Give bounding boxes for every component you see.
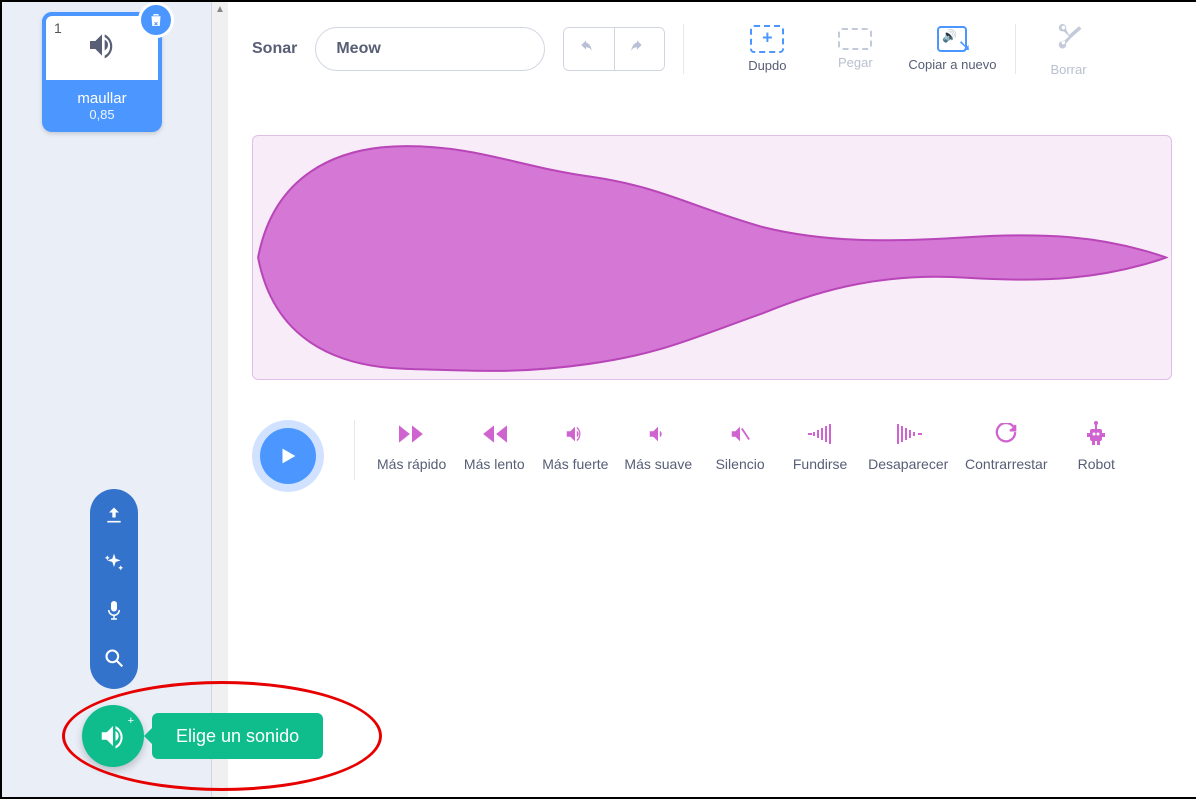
effect-robot[interactable]: Robot <box>1056 420 1136 472</box>
copy-tool-button[interactable]: Dupdo <box>732 25 802 73</box>
redo-button[interactable] <box>614 28 664 70</box>
waveform-display[interactable] <box>252 135 1172 380</box>
search-icon <box>104 648 124 668</box>
sound-index: 1 <box>54 20 62 36</box>
undo-icon <box>579 40 599 54</box>
sparkle-icon <box>104 552 124 572</box>
surprise-sound-button[interactable] <box>104 552 124 577</box>
record-sound-button[interactable] <box>105 599 123 626</box>
speaker-plus-icon <box>98 721 128 751</box>
upload-icon <box>104 505 124 525</box>
effect-fade-in[interactable]: Fundirse <box>780 420 860 472</box>
volume-down-icon <box>647 420 669 448</box>
trash-icon <box>147 11 165 29</box>
fast-forward-icon <box>399 420 425 448</box>
fade-in-icon <box>806 420 834 448</box>
add-sound-menu <box>90 489 138 689</box>
toolbar-divider <box>683 24 684 74</box>
copy-to-new-button[interactable]: Copiar a nuevo <box>908 26 996 72</box>
effect-fade-out[interactable]: Desaparecer <box>860 420 956 472</box>
sound-name-input[interactable] <box>315 27 545 71</box>
toolbar-divider-2 <box>1015 24 1016 74</box>
copy-selection-icon <box>750 25 784 53</box>
choose-sound-tooltip: Elige un sonido <box>152 713 323 759</box>
search-sound-button[interactable] <box>104 648 124 673</box>
volume-mute-icon <box>728 420 752 448</box>
effect-mute[interactable]: Silencio <box>700 420 780 472</box>
play-button[interactable] <box>260 428 316 484</box>
sound-duration-label: 0,85 <box>42 107 162 122</box>
sound-editor-main: Sonar Dupdo Pegar Copiar a nuevo <box>228 2 1196 797</box>
undo-redo-group <box>563 27 665 71</box>
effect-slower[interactable]: Más lento <box>454 420 534 472</box>
effect-softer[interactable]: Más suave <box>616 420 700 472</box>
undo-button[interactable] <box>564 28 614 70</box>
reverse-icon <box>993 420 1019 448</box>
upload-sound-button[interactable] <box>104 505 124 530</box>
choose-sound-button[interactable]: + <box>82 705 144 767</box>
rewind-icon <box>481 420 507 448</box>
effect-faster[interactable]: Más rápido <box>369 420 454 472</box>
waveform-icon <box>253 136 1171 379</box>
sound-name-label: maullar <box>42 90 162 107</box>
editor-toolbar: Sonar Dupdo Pegar Copiar a nuevo <box>228 2 1196 85</box>
microphone-icon <box>105 599 123 621</box>
effects-row: Más rápido Más lento Más fuerte Más suav… <box>228 420 1196 492</box>
play-icon <box>277 445 299 467</box>
copy-to-new-icon <box>937 26 967 52</box>
play-button-wrap <box>252 420 324 492</box>
paste-tool-button[interactable]: Pegar <box>820 28 890 70</box>
fade-out-icon <box>894 420 922 448</box>
scissors-icon <box>1054 20 1084 57</box>
redo-icon <box>630 40 650 54</box>
volume-up-icon <box>562 420 588 448</box>
sound-name-field-label: Sonar <box>252 40 297 58</box>
delete-tool-button[interactable]: Borrar <box>1034 20 1104 77</box>
sidebar-scrollbar[interactable] <box>212 2 228 797</box>
sound-card-info: maullar 0,85 <box>42 84 162 132</box>
paste-icon <box>838 28 872 50</box>
effect-louder[interactable]: Más fuerte <box>534 420 616 472</box>
effect-reverse[interactable]: Contrarrestar <box>956 420 1056 472</box>
delete-sound-button[interactable] <box>138 2 174 38</box>
effects-divider <box>354 420 355 480</box>
sound-card[interactable]: 1 maullar 0,85 <box>42 12 162 132</box>
plus-icon: + <box>128 715 134 727</box>
robot-icon <box>1084 420 1108 448</box>
speaker-icon <box>86 29 118 68</box>
